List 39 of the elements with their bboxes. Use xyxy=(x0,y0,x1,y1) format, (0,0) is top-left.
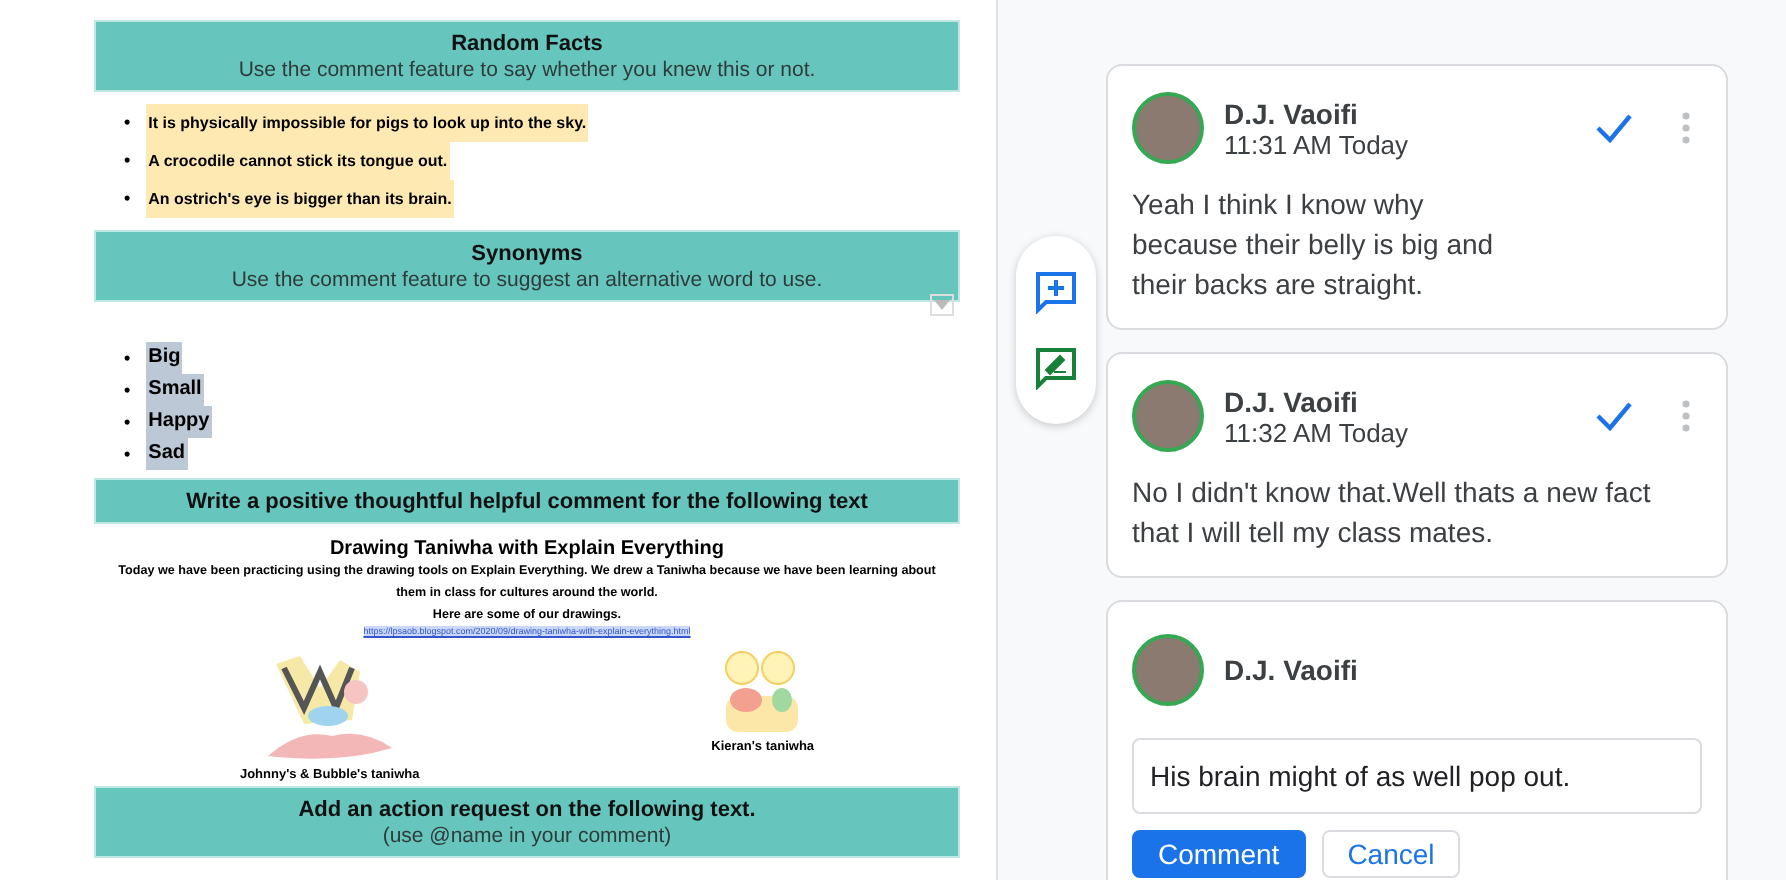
bullet: • xyxy=(124,186,131,212)
list-item: Big xyxy=(146,342,183,374)
section-subtitle: Use the comment feature to suggest an alternative word to use. xyxy=(231,268,823,292)
cancel-button[interactable]: Cancel xyxy=(1321,830,1461,878)
avatar xyxy=(1132,380,1204,452)
list-item: It is physically impossible for pigs to look up into the sky. xyxy=(146,104,589,142)
check-icon[interactable] xyxy=(1594,400,1634,432)
comment-input[interactable]: His brain might of as well pop out. xyxy=(1132,738,1702,814)
comment-time: 11:31 AM Today xyxy=(1224,129,1411,159)
list-item: Happy xyxy=(146,406,212,438)
bullet: • xyxy=(124,346,131,372)
section-subtitle: Use the comment feature to say whether you knew this or not. xyxy=(238,58,816,82)
bullet: • xyxy=(124,442,131,468)
comment-text: No I didn't know that.Well thats a new fact that I will tell my class mates. xyxy=(1132,474,1653,552)
bullet: • xyxy=(124,410,131,436)
bullet: • xyxy=(124,148,131,174)
comment-time: 11:32 AM Today xyxy=(1224,417,1411,447)
section-title: Write a positive thoughtful helpful comment for the following text xyxy=(186,490,868,514)
add-comment-icon[interactable] xyxy=(1034,270,1078,314)
list-item: A crocodile cannot stick its tongue out. xyxy=(146,142,450,180)
section-subtitle: (use @name in your comment) xyxy=(382,824,672,848)
author-name: D.J. Vaoifi xyxy=(1224,97,1360,129)
bullet: • xyxy=(124,378,131,404)
avatar xyxy=(1132,634,1204,706)
bullet: • xyxy=(124,110,131,136)
comment-button[interactable]: Comment xyxy=(1132,830,1306,878)
section-title: Add an action request on the following text. xyxy=(298,798,756,822)
list-item: Sad xyxy=(146,438,187,470)
list-item: An ostrich's eye is bigger than its brain. xyxy=(146,180,454,218)
suggest-edit-icon[interactable] xyxy=(1034,346,1078,390)
post-title: Drawing Taniwha with Explain Everything xyxy=(329,538,725,560)
section-title: Random Facts xyxy=(451,32,603,56)
list-item: Small xyxy=(146,374,204,406)
check-icon[interactable] xyxy=(1594,112,1634,144)
avatar xyxy=(1132,92,1204,164)
section-title: Synonyms xyxy=(471,242,583,266)
author-name: D.J. Vaoifi xyxy=(1224,654,1360,686)
comment-text: Yeah I think I know why because their belly is big and their backs are straight. xyxy=(1132,186,1496,304)
author-name: D.J. Vaoifi xyxy=(1224,385,1360,417)
